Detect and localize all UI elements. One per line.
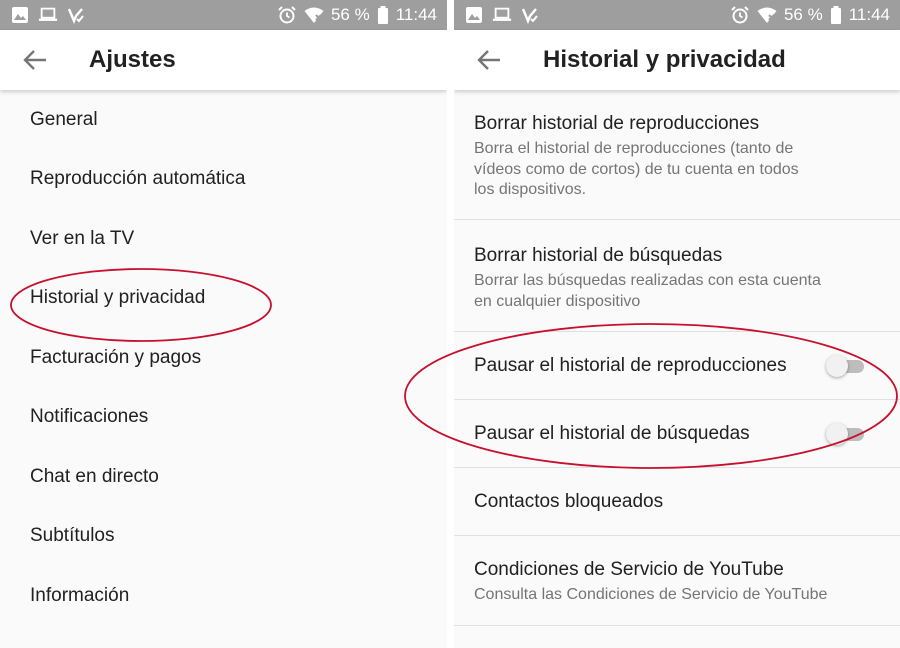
settings-screen: 56 % 11:44 Ajustes General Reproducción … <box>0 0 447 648</box>
pause-watch-history-row[interactable]: Pausar el historial de reproducciones <box>454 332 900 400</box>
toggle-thumb <box>826 355 848 377</box>
toggle-thumb <box>826 423 848 445</box>
wifi-icon <box>757 7 777 23</box>
vpn-check-icon <box>521 8 538 25</box>
clear-watch-history-description: Borra el historial de reproducciones (ta… <box>474 140 799 198</box>
clock-time: 11:44 <box>395 5 437 24</box>
youtube-terms-title: Condiciones de Servicio de YouTube <box>474 559 784 580</box>
status-bar: 56 % 11:44 <box>454 0 900 30</box>
settings-item-billing[interactable]: Facturación y pagos <box>0 328 447 388</box>
pause-search-history-row[interactable]: Pausar el historial de búsquedas <box>454 400 900 468</box>
clear-search-history-row[interactable]: Borrar historial de búsquedas Borrar las… <box>454 220 900 332</box>
image-icon <box>466 7 482 23</box>
history-settings-list: Borrar historial de reproducciones Borra… <box>454 90 900 626</box>
battery-icon <box>830 6 841 24</box>
pause-watch-history-toggle[interactable] <box>826 355 868 377</box>
battery-percentage: 56 % <box>330 5 370 24</box>
battery-percentage: 56 % <box>783 5 823 24</box>
screen-divider <box>447 0 454 648</box>
settings-list: General Reproducción automática Ver en l… <box>0 90 447 626</box>
page-title: Ajustes <box>89 46 176 73</box>
settings-item-watch-on-tv[interactable]: Ver en la TV <box>0 209 447 269</box>
image-icon <box>12 7 28 23</box>
blocked-contacts-row[interactable]: Contactos bloqueados <box>454 468 900 536</box>
vpn-check-icon <box>67 8 84 25</box>
youtube-terms-row[interactable]: Condiciones de Servicio de YouTube Consu… <box>454 536 900 626</box>
settings-item-notifications[interactable]: Notificaciones <box>0 388 447 448</box>
clear-search-history-title: Borrar historial de búsquedas <box>474 245 723 266</box>
settings-item-live-chat[interactable]: Chat en directo <box>0 447 447 507</box>
alarm-icon <box>731 6 749 24</box>
clear-watch-history-row[interactable]: Borrar historial de reproducciones Borra… <box>454 90 900 220</box>
settings-item-general[interactable]: General <box>0 90 447 150</box>
laptop-icon <box>492 7 512 21</box>
clock-time: 11:44 <box>848 5 890 24</box>
settings-item-history-privacy[interactable]: Historial y privacidad <box>0 269 447 329</box>
clear-search-history-description: Borrar las búsquedas realizadas con esta… <box>474 272 821 310</box>
clear-watch-history-title: Borrar historial de reproducciones <box>474 113 760 134</box>
app-bar: Historial y privacidad <box>454 30 900 90</box>
settings-item-captions[interactable]: Subtítulos <box>0 507 447 567</box>
alarm-icon <box>278 6 296 24</box>
youtube-terms-description: Consulta las Condiciones de Servicio de … <box>474 586 828 603</box>
pause-search-history-toggle[interactable] <box>826 423 868 445</box>
wifi-icon <box>304 7 324 23</box>
blocked-contacts-title: Contactos bloqueados <box>474 491 664 512</box>
history-privacy-screen: 56 % 11:44 Historial y privacidad Borrar… <box>454 0 900 648</box>
pause-watch-history-title: Pausar el historial de reproducciones <box>474 355 787 376</box>
battery-icon <box>377 6 388 24</box>
pause-search-history-title: Pausar el historial de búsquedas <box>474 423 750 444</box>
laptop-icon <box>38 7 58 21</box>
app-bar: Ajustes <box>0 30 447 90</box>
back-arrow-icon[interactable] <box>476 48 502 72</box>
status-bar: 56 % 11:44 <box>0 0 447 30</box>
back-arrow-icon[interactable] <box>22 48 48 72</box>
settings-item-autoplay[interactable]: Reproducción automática <box>0 150 447 210</box>
page-title: Historial y privacidad <box>543 46 786 73</box>
settings-item-about[interactable]: Información <box>0 566 447 626</box>
